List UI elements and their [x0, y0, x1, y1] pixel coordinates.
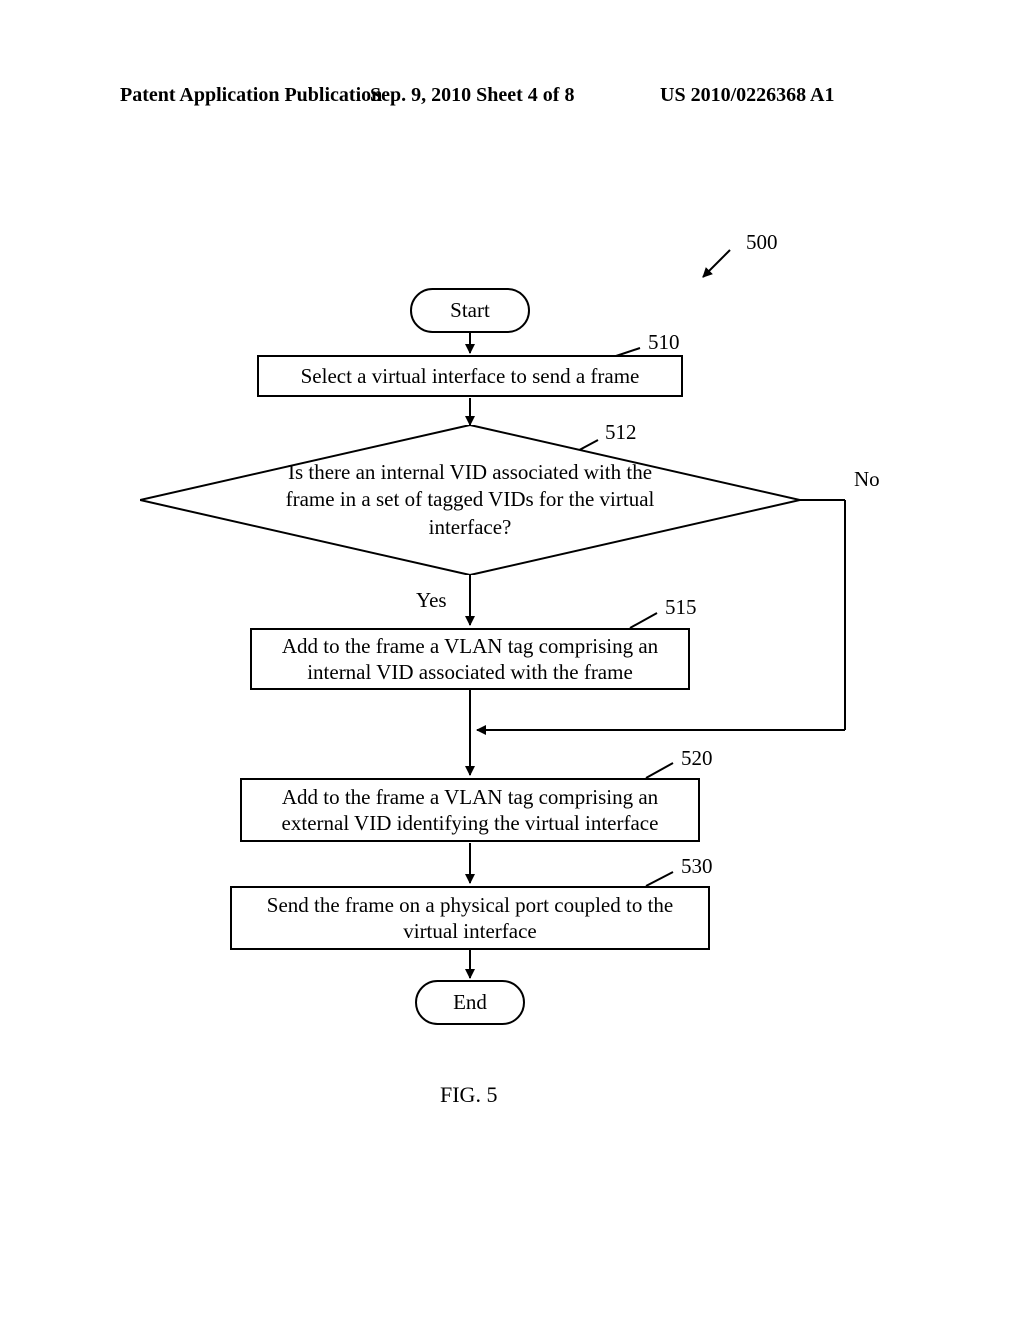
label-yes: Yes — [416, 588, 447, 613]
label-no: No — [854, 467, 880, 492]
ref-510: 510 — [648, 330, 680, 355]
node-end-text: End — [453, 990, 487, 1015]
figure-label: FIG. 5 — [440, 1082, 497, 1108]
node-510-text: Select a virtual interface to send a fra… — [301, 363, 640, 389]
node-520: Add to the frame a VLAN tag comprising a… — [240, 778, 700, 842]
node-512: Is there an internal VID associated with… — [140, 425, 800, 575]
ref-520: 520 — [681, 746, 713, 771]
ref-530: 530 — [681, 854, 713, 879]
node-end: End — [415, 980, 525, 1025]
node-512-text: Is there an internal VID associated with… — [280, 459, 660, 541]
node-510: Select a virtual interface to send a fra… — [257, 355, 683, 397]
flowchart-canvas: 500 510 512 515 520 530 Yes No Start Sel… — [100, 230, 924, 1110]
node-530: Send the frame on a physical port couple… — [230, 886, 710, 950]
header-publication-number: US 2010/0226368 A1 — [660, 84, 834, 107]
node-530-text: Send the frame on a physical port couple… — [240, 892, 700, 945]
header-date-sheet: Sep. 9, 2010 Sheet 4 of 8 — [370, 84, 574, 107]
ref-500: 500 — [746, 230, 778, 255]
node-start: Start — [410, 288, 530, 333]
ref-515: 515 — [665, 595, 697, 620]
header-publication: Patent Application Publication — [120, 84, 382, 107]
node-520-text: Add to the frame a VLAN tag comprising a… — [250, 784, 690, 837]
node-start-text: Start — [450, 298, 490, 323]
node-515: Add to the frame a VLAN tag comprising a… — [250, 628, 690, 690]
node-515-text: Add to the frame a VLAN tag comprising a… — [260, 633, 680, 686]
